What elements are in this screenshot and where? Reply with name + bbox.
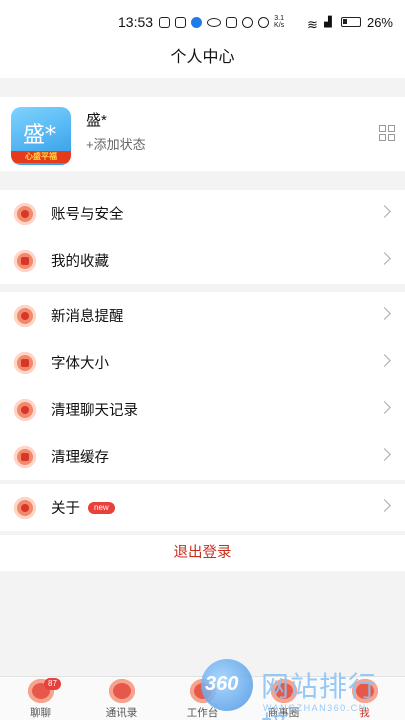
profile-card[interactable]: 盛* 心盛平福 盛* +添加状态: [0, 97, 405, 171]
status-right: ≋ ▟ 26%: [306, 14, 393, 32]
chevron-right-icon: [378, 448, 391, 461]
tab-contacts[interactable]: 通讯录: [81, 677, 162, 720]
tab-chat[interactable]: 87 聊聊: [0, 677, 81, 720]
menu-group-about: 关于 new: [0, 484, 405, 531]
menu-item-clear-cache[interactable]: 清理缓存: [0, 433, 405, 480]
unread-badge: 87: [44, 678, 61, 690]
qr-code-icon[interactable]: [379, 125, 395, 141]
chat-clean-icon: [14, 398, 36, 421]
avatar[interactable]: 盛* 心盛平福: [11, 107, 71, 165]
status-bar: 13:53 3.1 K/s ≋ ▟ 26%: [0, 0, 405, 44]
app-badge-icon: [191, 16, 203, 28]
status-icons: 3.1 K/s: [159, 15, 307, 29]
tab-label: 我: [359, 707, 370, 719]
battery-icon: [340, 17, 361, 27]
logout-button[interactable]: 退出登录: [0, 535, 405, 571]
page-title: 个人中心: [0, 44, 405, 78]
info-icon: [14, 496, 36, 519]
business-circle-tab-icon: [270, 679, 297, 703]
menu-item-favorites[interactable]: 我的收藏: [0, 237, 405, 284]
battery-percent: 26%: [366, 14, 393, 30]
favorite-icon: [14, 249, 36, 272]
bell-icon: [14, 304, 36, 327]
eye-comfort-icon: [207, 17, 222, 27]
contacts-tab-icon: [108, 679, 135, 703]
rainbow-decoration: [37, 107, 67, 113]
profile-name: 盛*: [86, 112, 107, 129]
app-notification-icon: [159, 16, 171, 28]
shield-icon: [14, 202, 36, 225]
bottom-tab-bar: 87 聊聊 通讯录 工作台 商事圈 我: [0, 676, 405, 720]
menu-item-label: 账号与安全: [51, 207, 124, 223]
font-size-icon: [14, 351, 36, 374]
menu-item-label: 清理缓存: [51, 450, 109, 466]
menu-group-settings: 新消息提醒 字体大小 清理聊天记录 清理缓存: [0, 292, 405, 480]
tab-label: 商事圈: [267, 707, 300, 719]
tab-me[interactable]: 我: [324, 677, 405, 720]
new-badge: new: [88, 501, 115, 514]
avatar-text: 盛*: [23, 123, 57, 148]
menu-item-label: 清理聊天记录: [51, 403, 138, 419]
menu-item-label: 字体大小: [51, 356, 109, 372]
chevron-right-icon: [378, 307, 391, 320]
status-time: 13:53: [118, 14, 154, 30]
tab-business-circle[interactable]: 商事圈: [243, 677, 324, 720]
add-status-link[interactable]: +添加状态: [86, 134, 146, 153]
chevron-right-icon: [378, 205, 391, 218]
net-speed-unit: K/s: [274, 22, 285, 29]
menu-item-message-notify[interactable]: 新消息提醒: [0, 292, 405, 339]
menu-item-label: 我的收藏: [51, 254, 109, 270]
gallery-notification-icon: [175, 16, 187, 28]
signal-icon: ▟: [323, 16, 332, 28]
workbench-tab-icon: [189, 679, 216, 703]
avatar-banner: 心盛平福: [11, 151, 71, 163]
menu-group-account: 账号与安全 我的收藏: [0, 190, 405, 284]
net-speed: 3.1 K/s: [274, 15, 284, 29]
net-speed-value: 3.1: [274, 15, 284, 22]
chevron-right-icon: [378, 354, 391, 367]
chevron-right-icon: [378, 401, 391, 414]
menu-item-about[interactable]: 关于 new: [0, 484, 405, 531]
menu-item-account-security[interactable]: 账号与安全: [0, 190, 405, 237]
alarm-icon: [242, 16, 254, 28]
wifi-icon: ≋: [306, 16, 318, 32]
tab-label: 通讯录: [105, 707, 138, 719]
location-icon: [258, 16, 270, 28]
menu-item-label: 新消息提醒: [51, 309, 124, 325]
menu-item-clear-chat[interactable]: 清理聊天记录: [0, 386, 405, 433]
menu-item-font-size[interactable]: 字体大小: [0, 339, 405, 386]
menu-item-label: 关于: [51, 501, 80, 517]
tab-workbench[interactable]: 工作台: [162, 677, 243, 720]
tab-label: 聊聊: [30, 707, 51, 719]
me-tab-icon: [351, 679, 378, 703]
chevron-right-icon: [378, 499, 391, 512]
tab-label: 工作台: [186, 707, 219, 719]
nfc-icon: [226, 16, 238, 28]
chevron-right-icon: [378, 252, 391, 265]
cache-clean-icon: [14, 445, 36, 468]
